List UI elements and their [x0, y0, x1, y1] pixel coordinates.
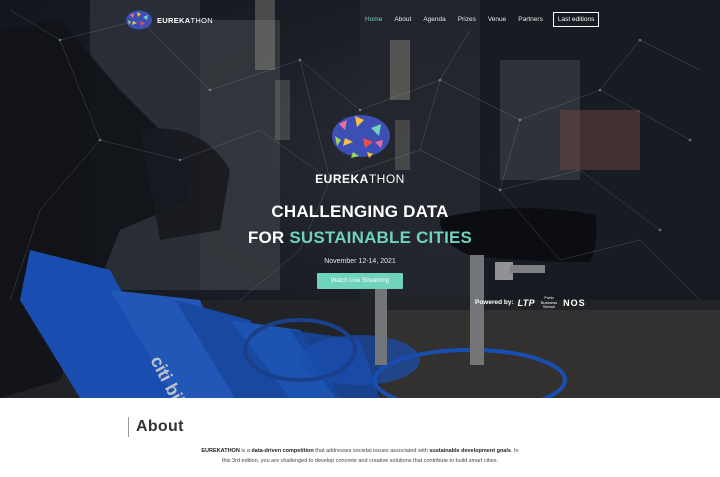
- hero-brand: EUREKATHON: [315, 172, 405, 186]
- watch-live-streaming-button[interactable]: Watch Live Streaming: [317, 273, 403, 289]
- about-title: About: [128, 417, 184, 437]
- hero-background-image: citi bike: [0, 0, 720, 398]
- nav-item-about[interactable]: About: [394, 16, 411, 23]
- event-date: November 12-14, 2021: [324, 258, 396, 265]
- brain-logo-icon: [126, 10, 152, 30]
- powered-by: Powered by: LTP Porto Business School NO…: [475, 295, 586, 310]
- nav-item-partners[interactable]: Partners: [518, 16, 543, 23]
- nav-item-venue[interactable]: Venue: [488, 16, 506, 23]
- nav-item-home[interactable]: Home: [365, 16, 382, 23]
- headline-accent: SUSTAINABLE CITIES: [289, 228, 473, 247]
- last-editions-button[interactable]: Last editions: [552, 12, 600, 27]
- nav-logo-text: EUREKATHON: [157, 15, 213, 25]
- nos-logo[interactable]: NOS: [563, 298, 586, 308]
- nav-logo[interactable]: EUREKATHON: [125, 9, 213, 31]
- main-nav: Home About Agenda Prizes Venue Partners …: [365, 12, 611, 27]
- hero-section: citi bike EUREKATHON Home About Agenda P…: [0, 0, 720, 398]
- hero-headline-line2: FOR SUSTAINABLE CITIES: [247, 228, 473, 247]
- brain-logo-large-icon: [332, 115, 390, 158]
- powered-by-label: Powered by:: [475, 299, 514, 307]
- porto-business-school-logo[interactable]: Porto Business School: [541, 295, 557, 310]
- ltp-logo[interactable]: LTP: [518, 298, 535, 308]
- nav-item-agenda[interactable]: Agenda: [423, 16, 445, 23]
- about-description: EUREKATHON is a data-driven competition …: [201, 448, 519, 464]
- nav-item-prizes[interactable]: Prizes: [458, 16, 476, 23]
- hero-headline-line1: CHALLENGING DATA: [271, 202, 449, 221]
